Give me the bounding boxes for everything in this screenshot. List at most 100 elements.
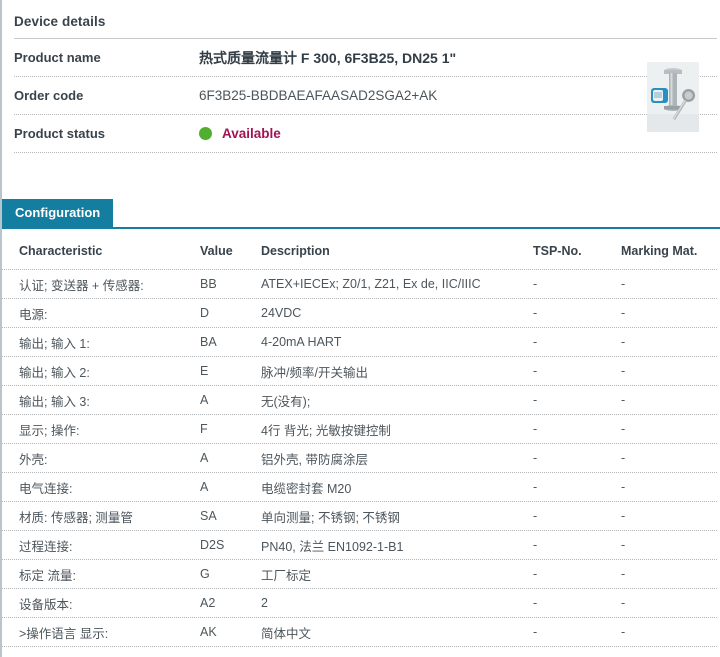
- value-cell: A: [200, 393, 209, 407]
- table-row: 电气连接: A 电缆密封套 M20 - -: [2, 473, 717, 502]
- tab-configuration[interactable]: Configuration: [2, 199, 114, 227]
- description-cell: 电缆密封套 M20: [261, 481, 352, 496]
- value-cell: D: [200, 306, 210, 320]
- order-code-value: 6F3B25-BBDBAEAFAASAD2SGA2+AK: [199, 88, 438, 103]
- order-code-label: Order code: [14, 88, 84, 103]
- order-code-row: Order code 6F3B25-BBDBAEAFAASAD2SGA2+AK: [14, 77, 717, 115]
- table-row: 电源: D 24VDC - -: [2, 299, 717, 328]
- tsp-no-cell: -: [533, 364, 538, 378]
- characteristic-cell: >操作语言 显示:: [19, 626, 109, 641]
- tsp-no-cell: -: [533, 277, 538, 291]
- marking-mat-cell: -: [621, 422, 626, 436]
- table-row: 材质: 传感器; 测量管 SA 单向测量; 不锈钢; 不锈钢 - -: [2, 502, 717, 531]
- tsp-no-cell: -: [533, 422, 538, 436]
- product-status-value-wrap: Available: [199, 126, 717, 141]
- table-row: 标定 流量: G 工厂标定 - -: [2, 560, 717, 589]
- description-cell: 铝外壳, 带防腐涂层: [261, 452, 368, 467]
- characteristic-cell: 过程连接:: [19, 539, 73, 554]
- description-cell: ATEX+IECEx; Z0/1, Z21, Ex de, IIC/IIIC: [261, 277, 481, 291]
- characteristic-cell: 输出; 输入 2:: [19, 365, 90, 380]
- description-cell: PN40, 法兰 EN1092-1-B1: [261, 539, 404, 554]
- marking-mat-cell: -: [621, 393, 626, 407]
- marking-mat-cell: -: [621, 567, 626, 581]
- marking-mat-cell: -: [621, 480, 626, 494]
- characteristic-cell: 电气连接:: [19, 481, 73, 496]
- value-cell: AK: [200, 625, 217, 639]
- marking-mat-cell: -: [621, 335, 626, 349]
- value-cell: G: [200, 567, 210, 581]
- marking-mat-cell: -: [621, 625, 626, 639]
- product-status-value: Available: [222, 126, 281, 141]
- description-cell: 24VDC: [261, 306, 302, 320]
- description-cell: 工厂标定: [261, 568, 312, 583]
- tab-bar: Configuration: [2, 199, 720, 229]
- table-body: 认证; 变送器 + 传感器: BB ATEX+IECEx; Z0/1, Z21,…: [2, 270, 717, 647]
- table-row: 显示; 操作: F 4行 背光; 光敏按键控制 - -: [2, 415, 717, 444]
- marking-mat-cell: -: [621, 277, 626, 291]
- tsp-no-cell: -: [533, 596, 538, 610]
- characteristic-cell: 输出; 输入 3:: [19, 394, 90, 409]
- product-name-label: Product name: [14, 50, 101, 65]
- value-cell: BB: [200, 277, 217, 291]
- tsp-no-cell: -: [533, 567, 538, 581]
- table-row: 外壳: A 铝外壳, 带防腐涂层 - -: [2, 444, 717, 473]
- marking-mat-cell: -: [621, 596, 626, 610]
- status-available-dot-icon: [199, 127, 212, 140]
- header-description: Description: [261, 244, 330, 258]
- description-cell: 简体中文: [261, 626, 312, 641]
- configuration-table: Characteristic Value Description TSP-No.…: [2, 229, 720, 647]
- table-row: 输出; 输入 2: E 脉冲/频率/开关输出 - -: [2, 357, 717, 386]
- value-cell: A2: [200, 596, 216, 610]
- product-status-row: Product status Available: [14, 115, 717, 153]
- marking-mat-cell: -: [621, 538, 626, 552]
- tsp-no-cell: -: [533, 335, 538, 349]
- tsp-no-cell: -: [533, 393, 538, 407]
- table-row: 认证; 变送器 + 传感器: BB ATEX+IECEx; Z0/1, Z21,…: [2, 270, 717, 299]
- marking-mat-cell: -: [621, 306, 626, 320]
- header-marking-mat: Marking Mat.: [621, 244, 698, 258]
- value-cell: A: [200, 480, 209, 494]
- section-title-device-details: Device details: [14, 14, 717, 39]
- product-status-label: Product status: [14, 126, 106, 141]
- characteristic-cell: 外壳:: [19, 452, 48, 467]
- header-value: Value: [200, 244, 233, 258]
- characteristic-cell: 输出; 输入 1:: [19, 336, 90, 351]
- tsp-no-cell: -: [533, 625, 538, 639]
- characteristic-cell: 显示; 操作:: [19, 423, 80, 438]
- tsp-no-cell: -: [533, 480, 538, 494]
- characteristic-cell: 设备版本:: [19, 597, 73, 612]
- value-cell: E: [200, 364, 209, 378]
- product-name-value: 热式质量流量计 F 300, 6F3B25, DN25 1": [199, 49, 457, 66]
- tsp-no-cell: -: [533, 538, 538, 552]
- description-cell: 2: [261, 596, 268, 610]
- header-tsp-no: TSP-No.: [533, 244, 582, 258]
- flowmeter-product-photo: [647, 62, 699, 132]
- marking-mat-cell: -: [621, 451, 626, 465]
- characteristic-cell: 电源:: [19, 307, 48, 322]
- value-cell: BA: [200, 335, 217, 349]
- characteristic-cell: 材质: 传感器; 测量管: [19, 510, 133, 525]
- characteristic-cell: 认证; 变送器 + 传感器:: [19, 278, 144, 293]
- tsp-no-cell: -: [533, 509, 538, 523]
- table-row: 输出; 输入 3: A 无(没有); - -: [2, 386, 717, 415]
- table-row: 设备版本: A2 2 - -: [2, 589, 717, 618]
- value-cell: F: [200, 422, 208, 436]
- tsp-no-cell: -: [533, 306, 538, 320]
- description-cell: 脉冲/频率/开关输出: [261, 365, 368, 380]
- description-cell: 无(没有);: [261, 394, 311, 409]
- value-cell: D2S: [200, 538, 225, 552]
- tsp-no-cell: -: [533, 451, 538, 465]
- header-characteristic: Characteristic: [19, 244, 103, 258]
- device-details-section: Device details Product name 热式质量流量计 F 30…: [2, 0, 720, 153]
- characteristic-cell: 标定 流量:: [19, 568, 76, 583]
- table-header-row: Characteristic Value Description TSP-No.…: [2, 229, 717, 270]
- device-details-page: Device details Product name 热式质量流量计 F 30…: [0, 0, 720, 657]
- marking-mat-cell: -: [621, 509, 626, 523]
- table-row: 输出; 输入 1: BA 4-20mA HART - -: [2, 328, 717, 357]
- product-name-row: Product name 热式质量流量计 F 300, 6F3B25, DN25…: [14, 39, 717, 77]
- description-cell: 单向测量; 不锈钢; 不锈钢: [261, 510, 400, 525]
- value-cell: SA: [200, 509, 217, 523]
- description-cell: 4-20mA HART: [261, 335, 342, 349]
- description-cell: 4行 背光; 光敏按键控制: [261, 423, 391, 438]
- table-row: >操作语言 显示: AK 简体中文 - -: [2, 618, 717, 647]
